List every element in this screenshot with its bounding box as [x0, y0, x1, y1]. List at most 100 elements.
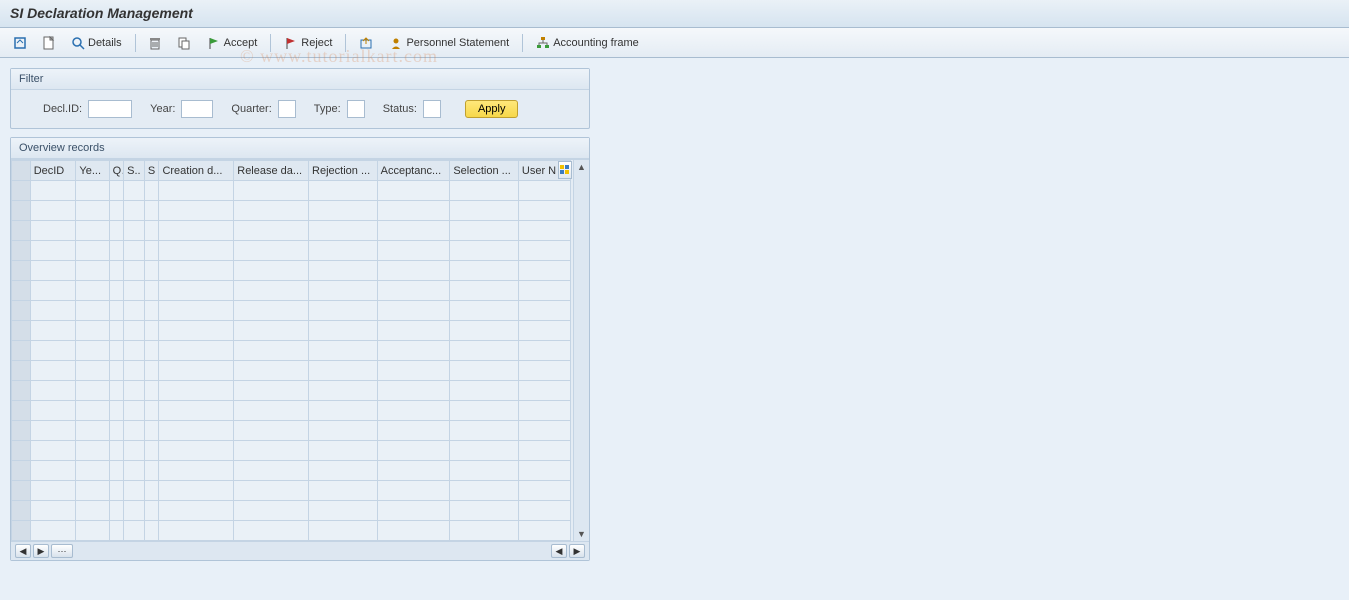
table-row[interactable]: [12, 461, 571, 481]
table-cell: [450, 261, 519, 281]
table-cell: [124, 221, 145, 241]
accounting-frame-button[interactable]: Accounting frame: [531, 33, 644, 53]
table-row[interactable]: [12, 281, 571, 301]
table-cell: [124, 421, 145, 441]
scroll-down-button[interactable]: ▼: [575, 527, 588, 541]
quarter-input[interactable]: [278, 100, 296, 118]
scroll-first-button[interactable]: ◀: [15, 544, 31, 558]
table-row[interactable]: [12, 181, 571, 201]
year-input[interactable]: [181, 100, 213, 118]
new-button[interactable]: [38, 33, 60, 53]
column-header[interactable]: S..: [124, 161, 145, 181]
table-cell: [109, 461, 124, 481]
table-cell: [144, 241, 159, 261]
column-header[interactable]: S: [144, 161, 159, 181]
table-cell: [234, 481, 309, 501]
table-cell: [159, 241, 234, 261]
table-row[interactable]: [12, 261, 571, 281]
personnel-statement-button[interactable]: Personnel Statement: [384, 33, 514, 53]
row-selector[interactable]: [12, 521, 31, 541]
table-cell: [450, 421, 519, 441]
table-row[interactable]: [12, 301, 571, 321]
row-selector[interactable]: [12, 501, 31, 521]
row-selector[interactable]: [12, 461, 31, 481]
table-cell: [30, 181, 76, 201]
table-row[interactable]: [12, 501, 571, 521]
row-selector[interactable]: [12, 321, 31, 341]
refresh-button[interactable]: [8, 33, 32, 53]
row-selector[interactable]: [12, 201, 31, 221]
export-button[interactable]: [354, 33, 378, 53]
filter-panel-title: Filter: [11, 69, 589, 90]
table-row[interactable]: [12, 381, 571, 401]
apply-button[interactable]: Apply: [465, 100, 519, 118]
table-cell: [76, 381, 109, 401]
row-selector[interactable]: [12, 281, 31, 301]
details-button[interactable]: Details: [66, 33, 127, 53]
table-row[interactable]: [12, 341, 571, 361]
column-header[interactable]: Ye...: [76, 161, 109, 181]
scroll-up-button[interactable]: ▲: [575, 160, 588, 174]
table-row[interactable]: [12, 241, 571, 261]
copy-button[interactable]: [172, 33, 196, 53]
table-row[interactable]: [12, 401, 571, 421]
delete-button[interactable]: [144, 33, 166, 53]
title-bar: SI Declaration Management: [0, 0, 1349, 28]
column-header[interactable]: Rejection ...: [309, 161, 378, 181]
table-row[interactable]: [12, 221, 571, 241]
column-header[interactable]: Selection ...: [450, 161, 519, 181]
table-cell: [76, 261, 109, 281]
column-header[interactable]: Release da...: [234, 161, 309, 181]
table-row[interactable]: [12, 521, 571, 541]
reject-button[interactable]: Reject: [279, 33, 337, 53]
table-row[interactable]: [12, 361, 571, 381]
row-selector[interactable]: [12, 381, 31, 401]
table-cell: [124, 441, 145, 461]
row-selector[interactable]: [12, 301, 31, 321]
table-cell: [309, 321, 378, 341]
table-cell: [159, 461, 234, 481]
table-cell: [124, 501, 145, 521]
table-cell: [450, 341, 519, 361]
row-selector[interactable]: [12, 421, 31, 441]
row-selector[interactable]: [12, 261, 31, 281]
declid-input[interactable]: [88, 100, 132, 118]
scroll-last-button[interactable]: ▶: [569, 544, 585, 558]
row-selector[interactable]: [12, 361, 31, 381]
accept-button[interactable]: Accept: [202, 33, 263, 53]
table-row[interactable]: [12, 201, 571, 221]
table-cell: [309, 201, 378, 221]
table-cell: [76, 481, 109, 501]
type-input[interactable]: [347, 100, 365, 118]
column-header[interactable]: Acceptanc...: [377, 161, 450, 181]
table-cell: [450, 321, 519, 341]
table-row[interactable]: [12, 421, 571, 441]
column-header[interactable]: Q: [109, 161, 124, 181]
table-settings-button[interactable]: [558, 161, 572, 179]
row-selector[interactable]: [12, 441, 31, 461]
table-row[interactable]: [12, 321, 571, 341]
row-selector[interactable]: [12, 241, 31, 261]
row-selector[interactable]: [12, 481, 31, 501]
table-cell: [30, 321, 76, 341]
table-cell: [109, 521, 124, 541]
select-all-header[interactable]: [12, 161, 31, 181]
scroll-left-button[interactable]: ▶: [33, 544, 49, 558]
table-cell: [377, 361, 450, 381]
column-header[interactable]: Creation d...: [159, 161, 234, 181]
row-selector[interactable]: [12, 401, 31, 421]
table-cell: [109, 281, 124, 301]
column-config-button[interactable]: ⋯: [51, 544, 73, 558]
scroll-right-button[interactable]: ◀: [551, 544, 567, 558]
row-selector[interactable]: [12, 341, 31, 361]
toolbar-separator: [345, 34, 346, 52]
column-header[interactable]: DecID: [30, 161, 76, 181]
row-selector[interactable]: [12, 221, 31, 241]
table-row[interactable]: [12, 481, 571, 501]
table-row[interactable]: [12, 441, 571, 461]
status-input[interactable]: [423, 100, 441, 118]
table-cell: [109, 401, 124, 421]
row-selector[interactable]: [12, 181, 31, 201]
vertical-scrollbar[interactable]: ▲ ▼: [573, 160, 589, 541]
table-cell: [124, 341, 145, 361]
